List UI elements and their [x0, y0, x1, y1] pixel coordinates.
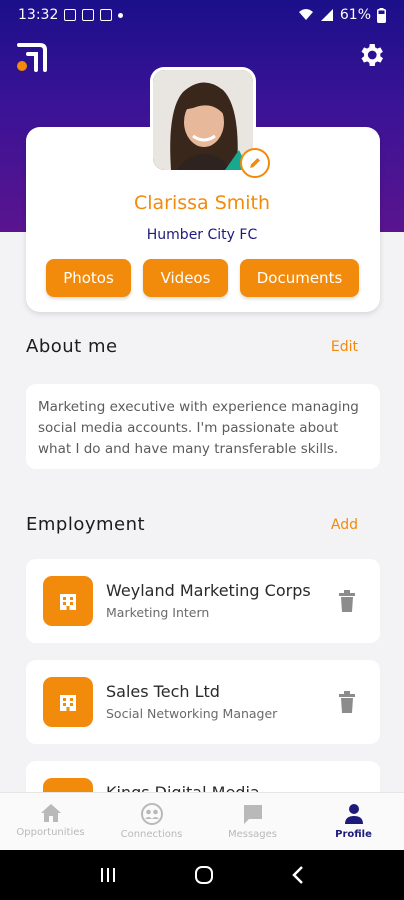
nav-label: Connections	[120, 829, 183, 840]
documents-button[interactable]: Documents	[240, 259, 359, 297]
chat-icon	[243, 805, 262, 824]
edit-avatar-button[interactable]	[240, 148, 270, 178]
settings-gear-icon[interactable]	[356, 40, 386, 70]
nav-profile[interactable]: Profile	[303, 793, 404, 850]
nav-opportunities[interactable]: Opportunities	[0, 793, 101, 850]
system-navigation-bar	[0, 850, 404, 900]
nav-messages[interactable]: Messages	[202, 793, 303, 850]
employment-company: Weyland Marketing Corps	[106, 581, 311, 600]
connections-icon	[140, 803, 163, 825]
employment-role: Marketing Intern	[106, 605, 210, 620]
battery-percent: 61%	[339, 7, 371, 23]
about-section-title: About me	[26, 336, 118, 357]
employment-company: Sales Tech Ltd	[106, 682, 220, 701]
person-icon	[344, 804, 363, 824]
notification-icon	[64, 9, 77, 21]
status-bar: 13:32 61%	[0, 0, 404, 30]
videos-button[interactable]: Videos	[143, 259, 228, 297]
mail-icon	[82, 9, 95, 21]
home-icon	[40, 804, 61, 822]
signal-icon	[320, 9, 333, 21]
employment-section-title: Employment	[26, 514, 146, 535]
building-icon	[43, 677, 93, 727]
home-button-icon[interactable]	[194, 865, 214, 885]
add-employment-button[interactable]: Add	[331, 517, 358, 533]
profile-photo	[153, 70, 253, 170]
nav-connections[interactable]: Connections	[101, 793, 202, 850]
profile-club: Humber City FC	[146, 227, 258, 243]
wifi-icon	[298, 9, 313, 20]
employment-item[interactable]: Weyland Marketing Corps Marketing Intern	[26, 559, 380, 643]
app-logo-icon[interactable]	[16, 42, 48, 72]
status-time: 13:32	[18, 7, 59, 23]
nav-label: Opportunities	[16, 827, 85, 838]
bottom-navigation: Opportunities Connections Messages Profi…	[0, 792, 404, 850]
pencil-icon	[250, 158, 260, 168]
employment-role: Social Networking Manager	[106, 706, 278, 721]
photos-button[interactable]: Photos	[46, 259, 131, 297]
more-notifications-icon	[118, 12, 124, 18]
delete-trash-icon[interactable]	[338, 691, 356, 713]
profile-name: Clarissa Smith	[133, 192, 271, 214]
recent-apps-icon[interactable]	[99, 867, 117, 883]
app-icon	[100, 9, 113, 21]
about-text: Marketing executive with experience mana…	[26, 384, 380, 469]
nav-label: Profile	[335, 829, 372, 840]
delete-trash-icon[interactable]	[338, 590, 356, 612]
employment-item[interactable]: Sales Tech Ltd Social Networking Manager	[26, 660, 380, 744]
nav-label: Messages	[227, 829, 278, 840]
edit-about-button[interactable]: Edit	[331, 339, 358, 355]
building-icon	[43, 576, 93, 626]
back-icon[interactable]	[291, 865, 305, 885]
battery-icon	[377, 7, 386, 23]
